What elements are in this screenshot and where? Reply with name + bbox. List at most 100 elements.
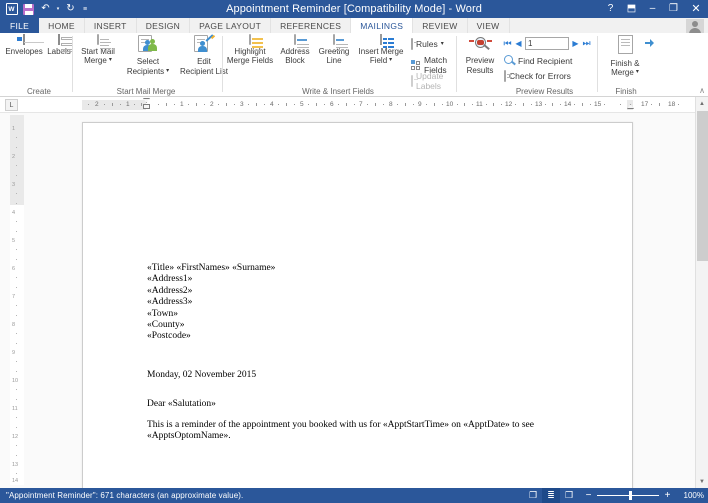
edit-recipient-list-label-2: Recipient List bbox=[179, 66, 229, 76]
start-mail-merge-caret-icon[interactable]: ▾ bbox=[109, 56, 112, 66]
mail-merge-document-icon bbox=[97, 34, 111, 49]
scrollbar-thumb[interactable] bbox=[697, 111, 708, 261]
scroll-up-button[interactable]: ▲ bbox=[696, 97, 708, 110]
word-application-window: W ↶ ▾ ↻ ≡ Appointment Reminder [Compatib… bbox=[0, 0, 708, 503]
highlight-merge-fields-button[interactable]: Highlight Merge Fields bbox=[225, 34, 275, 66]
insert-merge-field-caret-icon[interactable]: ▾ bbox=[389, 56, 392, 66]
record-navigation: ⏮ ◀ 1 ▶ ⏭ bbox=[503, 37, 591, 50]
last-record-button[interactable]: ⏭ bbox=[582, 39, 591, 48]
vertical-scrollbar[interactable]: ▲ ▼ bbox=[695, 97, 708, 488]
greeting-line-icon bbox=[333, 34, 348, 51]
minimize-glyph: – bbox=[649, 3, 656, 14]
tab-file[interactable]: FILE bbox=[0, 18, 40, 33]
finish-merge-label-2: Merge bbox=[611, 68, 634, 77]
find-recipient-icon bbox=[504, 55, 516, 66]
tab-references[interactable]: REFERENCES bbox=[271, 18, 352, 33]
address-line-4: «Address3» bbox=[147, 297, 193, 308]
ruler-label-14: 14 bbox=[564, 101, 572, 108]
vruler-label-6: 6 bbox=[12, 266, 16, 272]
tab-page-layout[interactable]: PAGE LAYOUT bbox=[190, 18, 272, 33]
rules-label: Rules bbox=[416, 39, 438, 49]
close-button[interactable]: ✕ bbox=[684, 0, 708, 18]
ruler-label-5: 5 bbox=[300, 101, 304, 108]
tab-insert[interactable]: INSERT bbox=[84, 18, 137, 33]
start-mail-merge-button[interactable]: Start Mail Merge ▾ bbox=[75, 34, 121, 66]
vruler-label-7: 7 bbox=[12, 294, 16, 300]
preview-results-button[interactable]: Preview Results bbox=[460, 35, 500, 75]
ruler-label-13: 13 bbox=[535, 101, 543, 108]
labels-icon bbox=[58, 34, 73, 52]
document-page[interactable]: «Title» «FirstNames» «Surname» «Address1… bbox=[82, 122, 633, 494]
rules-icon bbox=[411, 38, 418, 50]
ruler-label-left-2: 2 bbox=[95, 101, 99, 108]
greeting-line-button[interactable]: Greeting Line bbox=[315, 34, 353, 66]
rules-button[interactable]: Rules ▾ bbox=[411, 38, 444, 50]
preview-results-magnifier-icon bbox=[468, 35, 492, 54]
insert-merge-field-label-2: Field bbox=[369, 56, 388, 65]
minimize-button[interactable]: – bbox=[642, 0, 663, 18]
ruler-label-7: 7 bbox=[359, 101, 363, 108]
tab-review[interactable]: REVIEW bbox=[413, 18, 468, 33]
match-fields-icon bbox=[411, 59, 421, 71]
first-record-button[interactable]: ⏮ bbox=[503, 39, 512, 48]
finish-and-merge-button[interactable]: Finish & Merge ▾ bbox=[602, 35, 654, 78]
group-label-finish: Finish bbox=[615, 87, 637, 96]
envelopes-button[interactable]: Envelopes bbox=[5, 34, 43, 56]
address-block-label-2: Block bbox=[285, 56, 305, 65]
vruler-label-14: 14 bbox=[12, 478, 19, 484]
document-body-paragraph: This is a reminder of the appointment yo… bbox=[147, 419, 534, 442]
document-canvas[interactable]: «Title» «FirstNames» «Surname» «Address1… bbox=[0, 113, 695, 494]
record-number-input[interactable]: 1 bbox=[525, 37, 569, 50]
document-text-body[interactable]: «Title» «FirstNames» «Surname» «Address1… bbox=[147, 263, 577, 442]
print-layout-icon[interactable]: ≣ bbox=[542, 488, 560, 503]
close-glyph: ✕ bbox=[691, 2, 701, 15]
next-record-button[interactable]: ▶ bbox=[571, 39, 580, 48]
edit-recipient-list-label-1: Edit bbox=[197, 57, 211, 66]
restore-button[interactable]: ❐ bbox=[663, 0, 684, 18]
address-block-button[interactable]: Address Block bbox=[277, 34, 313, 66]
zoom-slider[interactable] bbox=[597, 491, 659, 500]
previous-record-button[interactable]: ◀ bbox=[514, 39, 523, 48]
finish-merge-caret-icon[interactable]: ▾ bbox=[636, 68, 639, 78]
select-recipients-caret-icon[interactable]: ▾ bbox=[166, 67, 169, 77]
insert-merge-field-button[interactable]: Insert Merge Field ▾ bbox=[355, 34, 407, 66]
help-glyph: ? bbox=[607, 3, 614, 14]
tab-design[interactable]: DESIGN bbox=[136, 18, 191, 33]
zoom-slider-thumb[interactable] bbox=[629, 491, 632, 500]
collapse-ribbon-button[interactable]: ∧ bbox=[699, 86, 705, 95]
read-mode-icon[interactable]: ❐ bbox=[524, 488, 542, 503]
print-layout-glyph: ≣ bbox=[547, 490, 555, 500]
labels-button[interactable]: Labels bbox=[44, 34, 74, 56]
envelope-icon bbox=[23, 34, 25, 45]
web-layout-icon[interactable]: ❒ bbox=[560, 488, 578, 503]
group-label-start-mail-merge: Start Mail Merge bbox=[116, 87, 176, 96]
zoom-out-button[interactable]: − bbox=[584, 490, 593, 501]
vertical-ruler[interactable]: 1 2 3 4 5 6 7 8 9 10 11 12 13 14 bbox=[10, 115, 24, 485]
address-line-6: «County» bbox=[147, 320, 185, 331]
vruler-label-10: 10 bbox=[12, 378, 19, 384]
check-for-errors-icon bbox=[504, 70, 512, 82]
select-recipients-button[interactable]: Select Recipients ▾ bbox=[123, 35, 173, 76]
vruler-label-5: 5 bbox=[12, 238, 16, 244]
scroll-down-button[interactable]: ▼ bbox=[696, 475, 708, 488]
ribbon-display-glyph: ⬒ bbox=[626, 3, 637, 14]
zoom-level-label[interactable]: 100% bbox=[680, 491, 704, 500]
tab-view[interactable]: VIEW bbox=[467, 18, 510, 33]
tab-mailings[interactable]: MAILINGS bbox=[351, 18, 414, 33]
ruler-label-3: 3 bbox=[240, 101, 244, 108]
tab-home[interactable]: HOME bbox=[39, 18, 85, 33]
find-recipient-button[interactable]: Find Recipient bbox=[504, 55, 572, 66]
document-salutation: Dear «Salutation» bbox=[147, 399, 216, 410]
check-for-errors-button[interactable]: Check for Errors bbox=[504, 70, 571, 82]
zoom-in-button[interactable]: + bbox=[663, 490, 672, 501]
rules-caret-icon[interactable]: ▾ bbox=[441, 39, 444, 49]
address-line-2: «Address1» bbox=[147, 274, 193, 285]
zoom-control[interactable]: − + 100% bbox=[584, 490, 704, 501]
group-label-create: Create bbox=[26, 87, 51, 96]
help-icon[interactable]: ? bbox=[600, 0, 621, 18]
highlight-merge-fields-icon bbox=[249, 34, 263, 51]
ribbon-display-options-icon[interactable]: ⬒ bbox=[621, 0, 642, 18]
vruler-label-2: 2 bbox=[12, 154, 16, 160]
vruler-label-11: 11 bbox=[12, 406, 18, 412]
tab-home-label: HOME bbox=[48, 20, 75, 31]
